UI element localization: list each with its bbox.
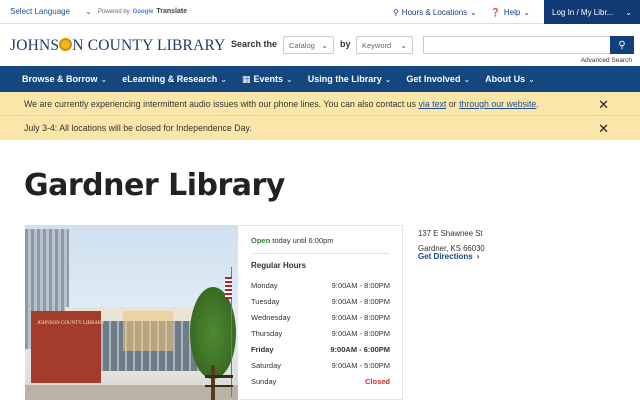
alert-text: July 3-4: All locations will be closed f… (24, 123, 252, 133)
via-text-link[interactable]: via text (418, 99, 446, 109)
utility-links: ⚲ Hours & Locations ⌄ ❓ Help ⌄ Log In / … (393, 0, 640, 24)
page-title: Gardner Library (24, 168, 285, 203)
close-icon[interactable]: ✕ (598, 97, 609, 113)
hours-row-today: Friday 9:00AM - 6:00PM (251, 344, 390, 354)
chevron-down-icon: ⌄ (286, 74, 293, 84)
nav-using-library[interactable]: Using the Library ⌄ (308, 74, 392, 84)
nav-elearning-research[interactable]: eLearning & Research ⌄ (122, 74, 227, 84)
alert-phone-issues: We are currently experiencing intermitte… (0, 92, 640, 116)
hours-locations-link[interactable]: ⚲ Hours & Locations ⌄ (393, 8, 477, 17)
nav-about-us[interactable]: About Us ⌄ (485, 74, 535, 84)
hours-title: Regular Hours (251, 261, 307, 270)
location-pin-icon: ⚲ (392, 7, 399, 17)
chevron-down-icon: ⌄ (220, 74, 227, 84)
search-label: Search the (231, 39, 278, 49)
chevron-down-icon: ⌄ (85, 7, 92, 16)
alert-holiday-closure: July 3-4: All locations will be closed f… (0, 116, 640, 140)
chevron-down-icon: ⌄ (470, 7, 477, 17)
language-select-label: Select Language (10, 7, 71, 16)
login-button[interactable]: Log In / My Libr... ⌄ (544, 0, 640, 24)
building-sign: JOHNSON COUNTY LIBRARY (37, 321, 105, 326)
hours-row: Tuesday 9:00AM - 8:00PM (251, 296, 390, 306)
chevron-down-icon: ⌄ (321, 40, 328, 50)
chevron-down-icon: ⌄ (528, 74, 535, 84)
hours-row: Sunday Closed (251, 376, 390, 386)
chevron-down-icon: ⌄ (625, 7, 632, 17)
main-nav: Browse & Borrow ⌄ eLearning & Research ⌄ ▦… (0, 66, 640, 92)
hours-row: Saturday 9:00AM - 5:00PM (251, 360, 390, 370)
website-link[interactable]: through our website (459, 99, 536, 109)
utility-bar: Select Language ⌄ Powered by Google Tran… (0, 0, 640, 24)
address-line1: 137 E Shawnee St (418, 229, 483, 238)
chevron-down-icon: ⌄ (384, 74, 392, 84)
chevron-right-icon: › (476, 252, 480, 261)
help-icon: ❓ (490, 7, 501, 17)
chevron-down-icon: ⌄ (523, 7, 530, 17)
search-input[interactable] (423, 36, 610, 54)
hours-panel: Open today until 6:00pm Regular Hours Mo… (239, 225, 403, 400)
alert-text: We are currently experiencing intermitte… (24, 98, 539, 109)
chevron-down-icon: ⌄ (100, 74, 108, 84)
by-label: by (340, 39, 351, 49)
hours-row: Wednesday 9:00AM - 8:00PM (251, 312, 390, 322)
help-link[interactable]: ❓ Help ⌄ (491, 8, 530, 17)
chevron-down-icon: ⌄ (463, 74, 471, 84)
nav-browse-borrow[interactable]: Browse & Borrow ⌄ (22, 74, 107, 84)
get-directions-link[interactable]: Get Directions › (418, 252, 479, 261)
nav-get-involved[interactable]: Get Involved ⌄ (406, 74, 470, 84)
chevron-down-icon: ⌄ (400, 40, 407, 50)
advanced-search-link[interactable]: Advanced Search (581, 57, 632, 64)
search-button[interactable]: ⚲ (610, 36, 634, 54)
open-status: Open today until 6:00pm (251, 236, 334, 245)
keyword-select[interactable]: Keyword ⌄ (356, 36, 413, 54)
language-select[interactable]: Select Language ⌄ (10, 3, 92, 21)
calendar-icon: ▦ (241, 73, 251, 84)
close-icon[interactable]: ✕ (598, 121, 609, 137)
hours-row: Monday 9:00AM - 8:00PM (251, 280, 390, 290)
library-photo: JOHNSON COUNTY LIBRARY (25, 225, 238, 400)
flag-icon (225, 277, 232, 299)
google-logo: Google (132, 8, 154, 15)
google-translate-credit: Powered by Google Translate (98, 8, 188, 15)
hours-row: Thursday 9:00AM - 8:00PM (251, 328, 390, 338)
divider (251, 253, 390, 254)
nav-events[interactable]: ▦ Events ⌄ (242, 74, 293, 85)
catalog-select[interactable]: Catalog ⌄ (283, 36, 334, 54)
sun-logo-icon (59, 38, 73, 51)
site-logo[interactable]: JOHNS N COUNTY LIBRARY (10, 37, 226, 55)
search-icon: ⚲ (618, 39, 626, 51)
site-header: JOHNS N COUNTY LIBRARY Search the Catalog… (0, 24, 640, 66)
